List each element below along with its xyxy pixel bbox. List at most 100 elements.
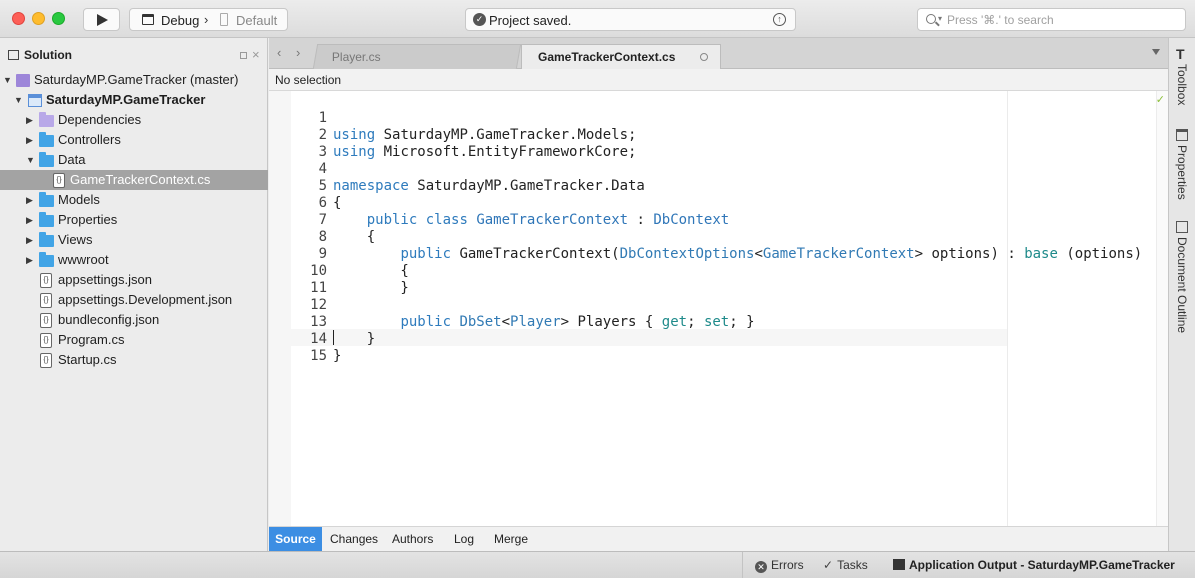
collapse-arrow-icon[interactable]: ▶ [26,230,36,250]
folder-icon [39,232,54,247]
close-pad-icon[interactable]: × [252,47,260,62]
status-display: ✓ Project saved. ↑ [465,8,796,31]
tree-item-project[interactable]: ▼ SaturdayMP.GameTracker [0,90,268,110]
code-line: 3 [269,127,327,160]
tab-log[interactable]: Log [454,527,474,552]
tree-item-label: Startup.cs [58,352,117,367]
tab-label: Player.cs [331,50,381,64]
code-line: 15 [269,331,327,364]
json-file-icon: {} [40,293,52,308]
text-caret [333,330,334,345]
tree-item-label: Models [58,192,100,207]
tree-item-controllers[interactable]: ▶ Controllers [0,130,268,150]
configuration-selector[interactable]: Debug › Default [129,8,288,31]
chevron-right-icon: › [204,12,209,27]
title-bar: Debug › Default ✓ Project saved. ↑ ▾ [0,0,1195,38]
solution-icon [16,74,30,87]
close-tab-icon[interactable] [700,53,708,61]
code-text: } [333,280,409,296]
chevron-right-icon[interactable]: › [296,45,300,60]
upload-arrow-icon[interactable]: ↑ [773,13,786,26]
application-output-button[interactable]: Application Output - SaturdayMP.GameTrac… [893,558,1175,572]
properties-icon [1176,129,1188,141]
tree-item-bundleconfig[interactable]: {} bundleconfig.json [0,310,268,330]
code-line: 4 namespace SaturdayMP.GameTracker.Data [269,144,645,194]
tasks-button[interactable]: ✓ Tasks [823,558,868,572]
column-ruler [1007,91,1008,526]
expand-arrow-icon[interactable]: ▼ [3,70,13,90]
tree-item-label: Data [58,152,86,167]
code-line: 10 } [269,246,409,296]
solution-pad-header: Solution × [0,38,268,67]
tab-player-cs[interactable]: Player.cs [312,44,522,69]
code-line: 7 { [269,195,376,245]
collapse-arrow-icon[interactable]: ▶ [26,110,36,130]
tab-merge[interactable]: Merge [494,527,528,552]
toolbox-pad-button[interactable]: T Toolbox [1169,46,1195,116]
tree-item-label: SaturdayMP.GameTracker [46,92,206,107]
properties-pad-button[interactable]: Properties [1169,128,1195,204]
tree-item-wwwroot[interactable]: ▶ wwwroot [0,250,268,270]
document-outline-pad-button[interactable]: Document Outline [1169,220,1195,335]
json-file-icon: {} [40,273,52,288]
errors-button[interactable]: ✕ Errors [755,558,804,573]
tab-dropdown-icon[interactable] [1152,49,1160,55]
code-editor[interactable]: 1 using SaturdayMP.GameTracker.Models; 2… [269,91,1168,526]
tree-item-data[interactable]: ▼ Data [0,150,268,170]
tree-item-program[interactable]: {} Program.cs [0,330,268,350]
status-separator [742,552,743,578]
tree-item-label: appsettings.Development.json [58,292,233,307]
code-line: 13 } [269,297,375,347]
tree-item-label: Dependencies [58,112,142,127]
collapse-arrow-icon[interactable]: ▶ [26,250,36,270]
tree-item-label: Views [58,232,93,247]
tab-gametrackercontext-cs[interactable]: GameTrackerContext.cs [521,44,721,69]
search-box[interactable]: ▾ [917,8,1186,31]
code-line: 2 using Microsoft.EntityFrameworkCore; [269,110,637,160]
document-tab-bar: ‹ › Player.cs GameTrackerContext.cs [269,38,1168,69]
error-icon: ✕ [755,561,767,573]
zoom-window-button[interactable] [52,12,65,25]
chevron-left-icon[interactable]: ‹ [277,45,281,60]
code-line: 6 public class GameTrackerContext : DbCo… [269,178,730,228]
tree-item-dependencies[interactable]: ▶ Dependencies [0,110,268,130]
tree-item-models[interactable]: ▶ Models [0,190,268,210]
run-button[interactable] [83,8,120,31]
tree-item-appsettings[interactable]: {} appsettings.json [0,270,268,290]
minimize-pad-icon[interactable] [240,52,247,59]
editor-scrollbar[interactable]: ✓ [1156,91,1168,526]
project-icon [28,94,42,107]
folder-icon [39,132,54,147]
tab-authors[interactable]: Authors [392,527,433,552]
expand-arrow-icon[interactable]: ▼ [26,150,36,170]
collapse-arrow-icon[interactable]: ▶ [26,190,36,210]
collapse-arrow-icon[interactable]: ▶ [26,130,36,150]
tree-item-properties[interactable]: ▶ Properties [0,210,268,230]
tab-source[interactable]: Source [269,527,322,552]
code-line: 11 [269,263,327,296]
play-icon [97,14,108,26]
checkmark-icon: ✓ [1155,94,1165,106]
chevron-down-icon: ▾ [938,14,943,23]
tree-item-solution[interactable]: ▼ SaturdayMP.GameTracker (master) [0,70,268,90]
minimize-window-button[interactable] [32,12,45,25]
tree-item-views[interactable]: ▶ Views [0,230,268,250]
collapse-arrow-icon[interactable]: ▶ [26,210,36,230]
expand-arrow-icon[interactable]: ▼ [14,90,24,110]
tab-label: GameTrackerContext.cs [538,50,676,64]
tree-item-appsettings-development[interactable]: {} appsettings.Development.json [0,290,268,310]
code-text: } [333,331,376,347]
csharp-file-icon: {} [40,333,52,348]
tree-item-startup[interactable]: {} Startup.cs [0,350,268,370]
search-input[interactable] [947,12,1177,28]
tab-changes[interactable]: Changes [330,527,378,552]
tree-item-gametrackercontext[interactable]: {} GameTrackerContext.cs [0,170,268,190]
close-window-button[interactable] [12,12,25,25]
document-outline-label: Document Outline [1175,237,1189,334]
code-line: 8 public GameTrackerContext(DbContextOpt… [269,212,1143,262]
toolbox-icon: T [1176,46,1185,62]
tree-item-label: SaturdayMP.GameTracker (master) [34,72,239,87]
tasks-label: Tasks [837,558,868,572]
breadcrumb[interactable]: No selection [269,69,1168,91]
tree-item-label: GameTrackerContext.cs [70,172,211,187]
